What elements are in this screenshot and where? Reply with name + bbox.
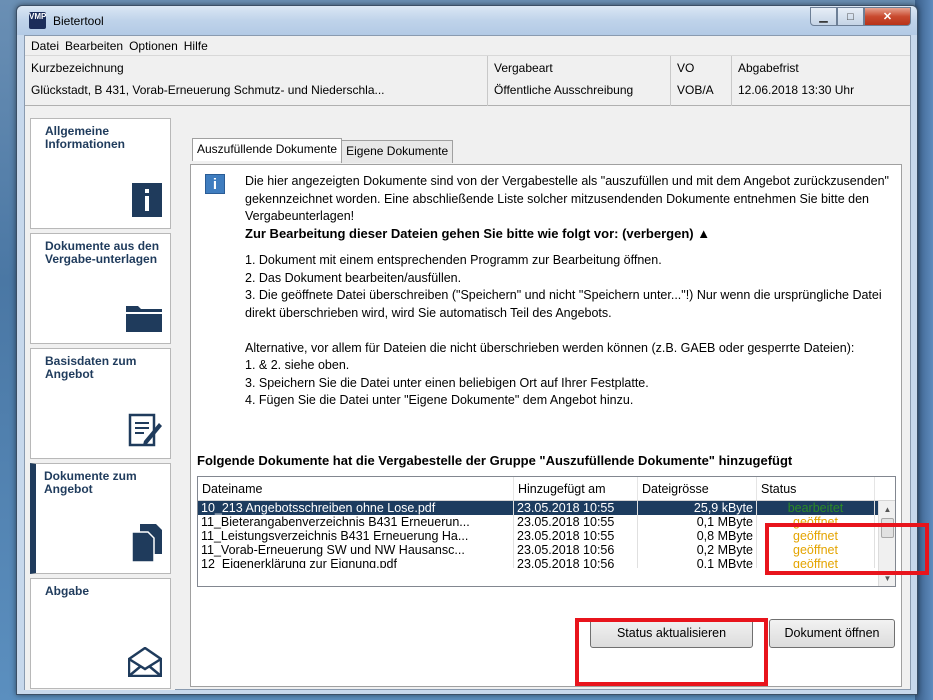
documents-icon bbox=[131, 524, 162, 565]
column-header-hinzugefuegt[interactable]: Hinzugefügt am bbox=[514, 477, 638, 500]
kurzbezeichnung-label: Kurzbezeichnung bbox=[31, 61, 124, 75]
menu-hilfe[interactable]: Hilfe bbox=[181, 39, 211, 53]
cell-filename: 11_Vorab-Erneuerung SW und NW Hausansc..… bbox=[198, 543, 514, 557]
menu-bar: Datei Bearbeiten Optionen Hilfe bbox=[25, 36, 910, 56]
sidebar-item-label: Allgemeine Informationen bbox=[45, 124, 125, 151]
minimize-icon[interactable]: ▁ bbox=[810, 7, 837, 26]
cell-size: 0,1 MByte bbox=[638, 557, 757, 568]
step-line: Alternative, vor allem für Dateien die n… bbox=[245, 340, 855, 355]
sidebar: Allgemeine Informationen Dokumente aus d… bbox=[25, 107, 175, 690]
cell-filename: 10_213 Angebotsschreiben ohne Lose.pdf bbox=[198, 501, 514, 515]
table-header: Dateiname Hinzugefügt am Dateigrösse Sta… bbox=[198, 477, 895, 501]
button-highlight-box bbox=[575, 618, 768, 686]
column-header-dateiname[interactable]: Dateiname bbox=[198, 477, 514, 500]
maximize-icon[interactable]: □ bbox=[837, 7, 864, 26]
sidebar-item-label: Basisdaten zum Angebot bbox=[45, 354, 137, 381]
cell-size: 25,9 kByte bbox=[638, 501, 757, 515]
step-line: 4. Fügen Sie die Datei unter "Eigene Dok… bbox=[245, 393, 634, 407]
menu-bearbeiten[interactable]: Bearbeiten bbox=[62, 39, 126, 53]
scroll-up-icon[interactable]: ▲ bbox=[879, 501, 895, 518]
sidebar-item-label: Dokumente zum Angebot bbox=[44, 469, 137, 496]
main-area: Auszufüllende Dokumente Eigene Dokumente… bbox=[182, 107, 910, 690]
instructions-heading[interactable]: Zur Bearbeitung dieser Dateien gehen Sie… bbox=[245, 225, 710, 243]
menu-optionen[interactable]: Optionen bbox=[126, 39, 181, 53]
app-logo-icon: VMP bbox=[29, 12, 46, 29]
cell-date: 23.05.2018 10:56 bbox=[514, 543, 638, 557]
window-title: Bietertool bbox=[53, 14, 104, 28]
cell-size: 0,8 MByte bbox=[638, 529, 757, 543]
sidebar-item-label: Abgabe bbox=[45, 584, 90, 598]
step-line bbox=[245, 322, 893, 340]
sidebar-item-abgabe[interactable]: Abgabe bbox=[30, 578, 171, 689]
sidebar-item-allgemeine-informationen[interactable]: Allgemeine Informationen bbox=[30, 118, 171, 229]
cell-date: 23.05.2018 10:55 bbox=[514, 515, 638, 529]
window-client: Datei Bearbeiten Optionen Hilfe Kurzbeze… bbox=[24, 35, 911, 690]
cell-filename: 11_Leistungsverzeichnis B431 Erneuerung … bbox=[198, 529, 514, 543]
cell-size: 0,1 MByte bbox=[638, 515, 757, 529]
vergabeart-label: Vergabeart bbox=[494, 61, 553, 75]
tab-panel: i Die hier angezeigten Dokumente sind vo… bbox=[190, 164, 902, 687]
table-row[interactable]: 10_213 Angebotsschreiben ohne Lose.pdf 2… bbox=[198, 501, 895, 515]
info-icon bbox=[132, 183, 162, 220]
sidebar-item-basisdaten[interactable]: Basisdaten zum Angebot bbox=[30, 348, 171, 459]
app-window: VMP Bietertool ▁ □ ✕ Datei Bearbeiten Op… bbox=[16, 5, 918, 695]
cell-date: 23.05.2018 10:55 bbox=[514, 529, 638, 543]
info-icon: i bbox=[205, 174, 225, 194]
vo-label: VO bbox=[677, 61, 695, 75]
vo-value: VOB/A bbox=[677, 83, 714, 97]
column-header-status[interactable]: Status bbox=[757, 477, 875, 500]
sidebar-item-dokumente-vergabeunterlagen[interactable]: Dokumente aus den Vergabe-unterlagen bbox=[30, 233, 171, 344]
envelope-icon bbox=[127, 646, 163, 680]
cell-date: 23.05.2018 10:55 bbox=[514, 501, 638, 515]
cell-filename: 11_Bieterangabenverzeichnis B431 Erneuer… bbox=[198, 515, 514, 529]
step-line: 1. Dokument mit einem entsprechenden Pro… bbox=[245, 253, 662, 267]
sidebar-item-dokumente-zum-angebot[interactable]: Dokumente zum Angebot bbox=[30, 463, 171, 574]
info-text: Die hier angezeigten Dokumente sind von … bbox=[245, 174, 889, 223]
step-line: 3. Die geöffnete Datei überschreiben ("S… bbox=[245, 288, 882, 320]
folder-icon bbox=[126, 302, 162, 335]
tab-auszufuellende-dokumente[interactable]: Auszufüllende Dokumente bbox=[192, 138, 343, 161]
tab-eigene-dokumente[interactable]: Eigene Dokumente bbox=[341, 140, 454, 163]
open-document-button[interactable]: Dokument öffnen bbox=[769, 619, 895, 648]
column-header-dateigroesse[interactable]: Dateigrösse bbox=[638, 477, 757, 500]
abgabefrist-value: 12.06.2018 13:30 Uhr bbox=[738, 83, 855, 97]
vergabeart-value: Öffentliche Ausschreibung bbox=[494, 83, 634, 97]
menu-datei[interactable]: Datei bbox=[28, 39, 62, 53]
step-line: 2. Das Dokument bearbeiten/ausfüllen. bbox=[245, 270, 462, 285]
step-line: 1. & 2. siehe oben. bbox=[245, 358, 350, 372]
close-icon[interactable]: ✕ bbox=[864, 7, 911, 26]
status-highlight-box bbox=[765, 523, 929, 575]
sidebar-item-label: Dokumente aus den Vergabe-unterlagen bbox=[45, 239, 160, 266]
edit-document-icon bbox=[128, 413, 162, 450]
step-line: 3. Speichern Sie die Datei unter einen b… bbox=[245, 375, 649, 390]
cell-date: 23.05.2018 10:56 bbox=[514, 557, 638, 568]
kurzbezeichnung-value: Glückstadt, B 431, Vorab-Erneuerung Schm… bbox=[31, 83, 385, 97]
tab-bar: Auszufüllende Dokumente Eigene Dokumente bbox=[192, 138, 454, 163]
title-bar[interactable]: VMP Bietertool ▁ □ ✕ bbox=[17, 6, 917, 35]
instructions-list: 1. Dokument mit einem entsprechenden Pro… bbox=[245, 252, 893, 410]
abgabefrist-label: Abgabefrist bbox=[738, 61, 799, 75]
cell-filename: 12_Eigenerklärung zur Eignung.pdf bbox=[198, 557, 514, 568]
tender-info-bar: Kurzbezeichnung Glückstadt, B 431, Vorab… bbox=[25, 56, 910, 106]
cell-status: bearbeitet bbox=[757, 501, 875, 515]
documents-table-heading: Folgende Dokumente hat die Vergabestelle… bbox=[197, 453, 793, 468]
cell-size: 0,2 MByte bbox=[638, 543, 757, 557]
